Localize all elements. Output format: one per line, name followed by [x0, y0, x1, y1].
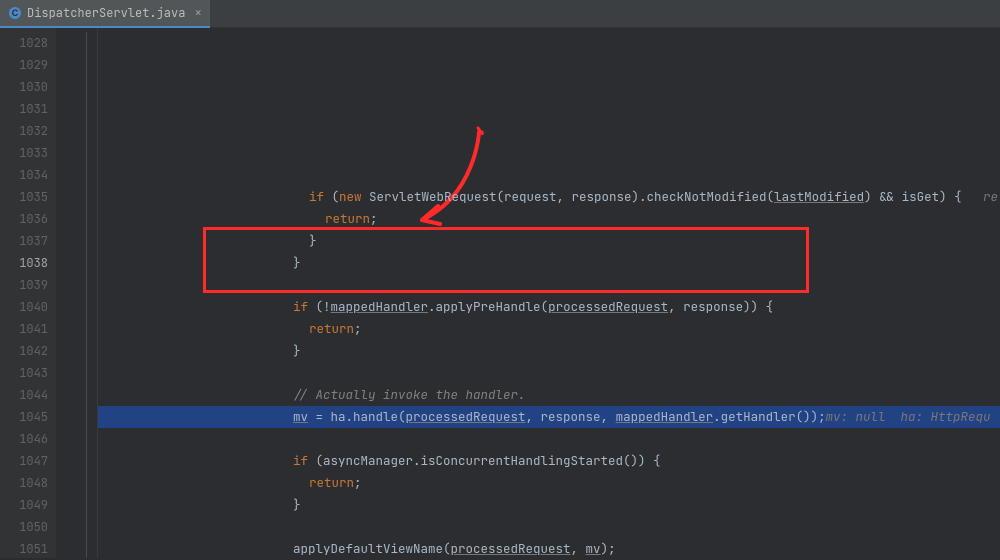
- line-number: 1044: [0, 384, 48, 406]
- line-number: 1034: [0, 164, 48, 186]
- code-line[interactable]: }: [98, 230, 1000, 252]
- line-number-gutter[interactable]: 1028102910301031103210331034103510361037…: [0, 28, 56, 558]
- code-line[interactable]: if (!mappedHandler.applyPreHandle(proces…: [98, 296, 1000, 318]
- code-line[interactable]: return;: [98, 208, 1000, 230]
- tab-filename: DispatcherServlet.java: [27, 5, 185, 21]
- code-line[interactable]: applyDefaultViewName(processedRequest, m…: [98, 538, 1000, 558]
- code-line[interactable]: return;: [98, 318, 1000, 340]
- line-number: 1029: [0, 54, 48, 76]
- code-line[interactable]: [98, 516, 1000, 538]
- code-line[interactable]: if (new ServletWebRequest(request, respo…: [98, 186, 1000, 208]
- code-line[interactable]: mv = ha.handle(processedRequest, respons…: [98, 406, 1000, 428]
- line-number: 1032: [0, 120, 48, 142]
- line-number: 1050: [0, 516, 48, 538]
- inline-hint: re: [968, 186, 998, 208]
- code-line[interactable]: }: [98, 494, 1000, 516]
- line-number: 1048: [0, 472, 48, 494]
- code-line[interactable]: [98, 362, 1000, 384]
- line-number: 1041: [0, 318, 48, 340]
- code-line[interactable]: [98, 428, 1000, 450]
- line-number: 1049: [0, 494, 48, 516]
- code-line[interactable]: // Actually invoke the handler.: [98, 384, 1000, 406]
- line-number: 1036: [0, 208, 48, 230]
- close-icon[interactable]: ×: [194, 4, 202, 21]
- line-number: 1033: [0, 142, 48, 164]
- fold-guide-line: [86, 32, 87, 558]
- line-number: 1047: [0, 450, 48, 472]
- java-class-icon: C: [8, 6, 22, 20]
- code-line[interactable]: }: [98, 252, 1000, 274]
- line-number: 1037: [0, 230, 48, 252]
- line-number: 1038: [0, 252, 48, 274]
- line-number: 1030: [0, 76, 48, 98]
- code-editor[interactable]: if (new ServletWebRequest(request, respo…: [98, 28, 1000, 558]
- tab-bar: C DispatcherServlet.java ×: [0, 0, 1000, 28]
- line-number: 1028: [0, 32, 48, 54]
- code-line[interactable]: }: [98, 340, 1000, 362]
- code-line[interactable]: if (asyncManager.isConcurrentHandlingSta…: [98, 450, 1000, 472]
- fold-gutter[interactable]: [56, 28, 98, 558]
- line-number: 1031: [0, 98, 48, 120]
- line-number: 1051: [0, 538, 48, 560]
- line-number: 1035: [0, 186, 48, 208]
- svg-text:C: C: [12, 8, 19, 18]
- editor-area: 1028102910301031103210331034103510361037…: [0, 28, 1000, 558]
- code-line[interactable]: [98, 274, 1000, 296]
- file-tab[interactable]: C DispatcherServlet.java ×: [0, 0, 210, 28]
- line-number: 1045: [0, 406, 48, 428]
- line-number: 1039: [0, 274, 48, 296]
- line-number: 1040: [0, 296, 48, 318]
- inline-debug-hint: mv: null ha: HttpRequ: [818, 406, 991, 428]
- line-number: 1043: [0, 362, 48, 384]
- line-number: 1042: [0, 340, 48, 362]
- code-line[interactable]: return;: [98, 472, 1000, 494]
- line-number: 1046: [0, 428, 48, 450]
